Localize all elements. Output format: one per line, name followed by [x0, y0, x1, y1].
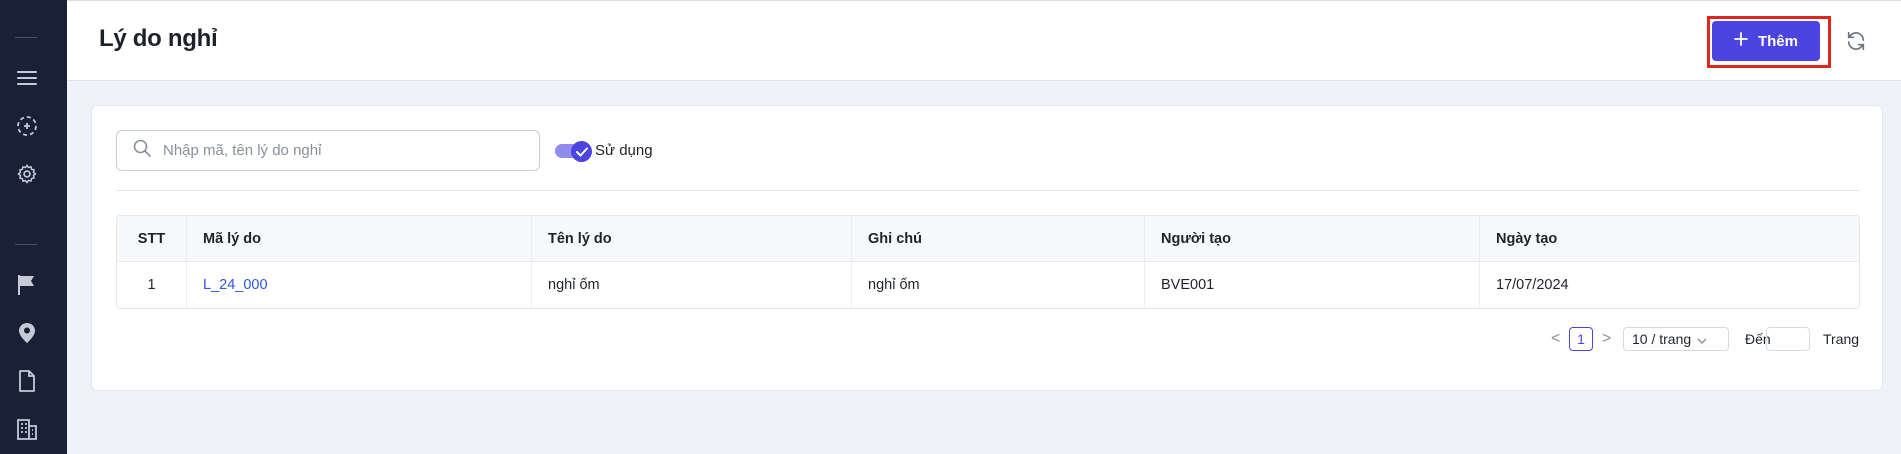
column-header[interactable]: STT	[117, 216, 187, 261]
plus-icon	[1734, 32, 1748, 50]
document-icon[interactable]	[14, 368, 40, 394]
column-header[interactable]: Ngày tạo	[1480, 216, 1859, 261]
sidebar-divider	[15, 37, 37, 38]
column-header[interactable]: Tên lý do	[532, 216, 852, 261]
search-icon	[133, 139, 151, 162]
add-button-label: Thêm	[1757, 32, 1798, 50]
divider	[116, 190, 1860, 191]
menu-icon[interactable]	[14, 65, 40, 91]
gear-icon[interactable]	[14, 161, 40, 187]
column-header[interactable]: Mã lý do	[187, 216, 532, 261]
table-row[interactable]: 1 L_24_000 nghỉ ốm nghỉ ốm BVE001 17/07/…	[117, 262, 1859, 308]
table-header: STT Mã lý do Tên lý do Ghi chú Người tạo…	[117, 216, 1859, 262]
scan-icon[interactable]	[14, 113, 40, 139]
column-header[interactable]: Ghi chú	[852, 216, 1145, 261]
reasons-table: STT Mã lý do Tên lý do Ghi chú Người tạo…	[116, 215, 1860, 309]
flag-icon[interactable]	[14, 272, 40, 298]
cell-stt: 1	[117, 262, 187, 308]
building-icon[interactable]	[14, 416, 40, 442]
next-page-button[interactable]: >	[1602, 330, 1611, 348]
cell-creator: BVE001	[1145, 262, 1480, 308]
chevron-down-icon	[1697, 331, 1707, 347]
content-card: Sử dụng STT Mã lý do Tên lý do Ghi chú N…	[91, 105, 1883, 391]
sidebar-divider	[15, 244, 37, 245]
cell-note: nghỉ ốm	[852, 262, 1145, 308]
page-size-value: 10 / trang	[1632, 331, 1692, 347]
column-header[interactable]: Người tạo	[1145, 216, 1480, 261]
goto-suffix: Trang	[1823, 331, 1860, 347]
add-button[interactable]: Thêm	[1712, 21, 1820, 61]
page-1-button[interactable]: 1	[1569, 327, 1593, 351]
search-box[interactable]	[116, 130, 540, 171]
page-size-select[interactable]: 10 / trang	[1623, 327, 1729, 351]
pagination: < 1 > 10 / trang Đến Trang	[92, 327, 1884, 353]
page-title: Lý do nghỉ	[99, 25, 218, 52]
cell-name: nghỉ ốm	[532, 262, 852, 308]
sidebar	[0, 0, 67, 454]
goto-page-input[interactable]	[1766, 327, 1810, 351]
reason-code-link[interactable]: L_24_000	[187, 262, 532, 308]
refresh-icon[interactable]	[1843, 28, 1869, 54]
active-toggle[interactable]	[555, 141, 592, 162]
cell-created-date: 17/07/2024	[1496, 277, 1569, 293]
checkmark-icon	[571, 141, 592, 162]
location-pin-icon[interactable]	[14, 320, 40, 346]
prev-page-button[interactable]: <	[1551, 330, 1560, 348]
page-header: Lý do nghỉ Thêm	[67, 0, 1901, 81]
search-input[interactable]	[163, 142, 523, 159]
toggle-label: Sử dụng	[595, 142, 653, 159]
